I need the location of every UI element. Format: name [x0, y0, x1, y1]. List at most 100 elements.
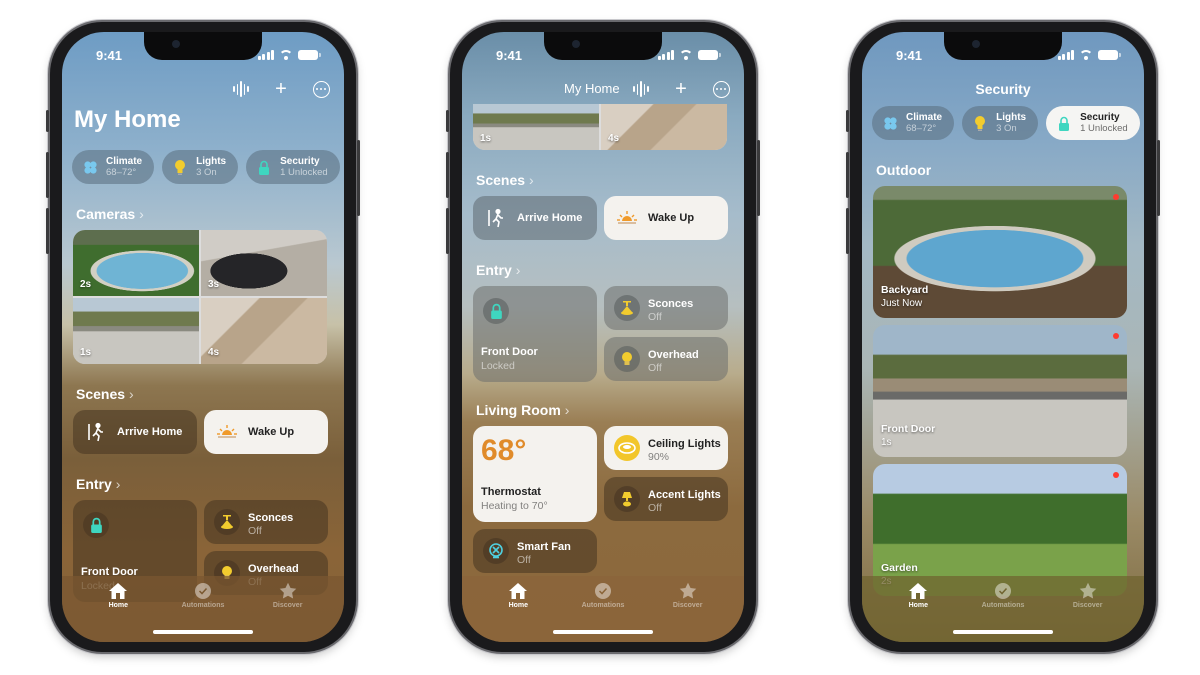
house-icon — [508, 580, 528, 600]
section-entry[interactable]: Entry › — [76, 476, 120, 492]
nav-title: My Home — [564, 81, 620, 96]
nav-bar: Security — [862, 74, 1144, 104]
tile-sconces[interactable]: Sconces Off — [604, 286, 728, 330]
chip-security[interactable]: Security 1 Unlocked — [246, 150, 340, 184]
nav-title: Security — [975, 81, 1031, 97]
ellipsis-circle-icon — [712, 80, 730, 98]
tile-ceiling-lights[interactable]: Ceiling Lights 90% — [604, 426, 728, 470]
clock-check-icon — [994, 580, 1012, 600]
plus-icon: + — [675, 78, 687, 100]
tab-home[interactable]: Home — [83, 580, 153, 642]
home-indicator[interactable] — [153, 630, 253, 634]
lightbulb-icon — [614, 346, 640, 372]
sconce-icon — [214, 509, 240, 535]
tab-discover[interactable]: Discover — [653, 580, 723, 642]
screen: 9:41 Security Climate 68–72° Lights 3 On S… — [862, 32, 1144, 642]
sunrise-icon — [214, 419, 240, 445]
camera-backyard[interactable]: Backyard Just Now — [873, 186, 1127, 318]
phone-home-scrolled: 9:41 My Home + 1s 4s Scenes › Arrive Home… — [446, 22, 760, 652]
lightbulb-icon — [972, 115, 988, 131]
status-time: 9:41 — [896, 48, 923, 63]
tile-front-door[interactable]: Front Door Locked — [473, 286, 597, 382]
tile-sconces[interactable]: Sconces Off — [204, 500, 328, 544]
tile-overhead[interactable]: Overhead Off — [604, 337, 728, 381]
screen: 9:41 + My Home Climate 68–72° Lights 3 On — [62, 32, 344, 642]
fan-icon — [882, 115, 898, 131]
intercom-button[interactable] — [230, 78, 252, 100]
camera-front-door[interactable]: Front Door 1s — [873, 325, 1127, 457]
section-cameras[interactable]: Cameras › — [76, 206, 144, 222]
waveform-icon — [233, 81, 249, 97]
star-icon — [279, 580, 297, 600]
add-button[interactable]: + — [670, 78, 692, 100]
chip-security[interactable]: Security 1 Unlocked — [1046, 106, 1140, 140]
lock-icon — [256, 159, 272, 175]
section-outdoor: Outdoor — [876, 162, 932, 178]
camera-tile[interactable]: 3s — [201, 230, 327, 296]
recording-indicator — [1113, 472, 1119, 478]
stage: 9:41 + My Home Climate 68–72° Lights 3 On — [0, 0, 1200, 675]
home-indicator[interactable] — [553, 630, 653, 634]
scene-arrive-home[interactable]: Arrive Home — [73, 410, 197, 454]
tab-home[interactable]: Home — [883, 580, 953, 642]
wifi-icon — [1079, 50, 1093, 60]
volume-up-button — [46, 152, 49, 198]
chevron-right-icon: › — [139, 206, 144, 222]
wifi-icon — [279, 50, 293, 60]
chip-climate[interactable]: Climate 68–72° — [872, 106, 955, 140]
status-time: 9:41 — [96, 48, 123, 63]
more-button[interactable] — [310, 78, 332, 100]
home-indicator[interactable] — [953, 630, 1053, 634]
section-living-room[interactable]: Living Room › — [476, 402, 569, 418]
person-walking-icon — [83, 419, 109, 445]
lightbulb-icon — [172, 159, 188, 175]
page-title: My Home — [74, 106, 181, 133]
tab-discover[interactable]: Discover — [1053, 580, 1123, 642]
section-entry[interactable]: Entry › — [476, 262, 520, 278]
add-button[interactable]: + — [270, 78, 292, 100]
chip-lights[interactable]: Lights 3 On — [962, 106, 1039, 140]
sunrise-icon — [614, 205, 640, 231]
tab-discover[interactable]: Discover — [253, 580, 323, 642]
camera-tile[interactable]: 4s — [201, 298, 327, 364]
mute-switch — [46, 110, 49, 132]
intercom-button[interactable] — [630, 78, 652, 100]
sconce-icon — [614, 295, 640, 321]
tile-smart-fan[interactable]: Smart Fan Off — [473, 529, 597, 573]
more-button[interactable] — [710, 78, 732, 100]
tab-home[interactable]: Home — [483, 580, 553, 642]
battery-icon — [1098, 50, 1121, 60]
scene-arrive-home[interactable]: Arrive Home — [473, 196, 597, 240]
chip-climate[interactable]: Climate 68–72° — [72, 150, 155, 184]
scene-wake-up[interactable]: Wake Up — [604, 196, 728, 240]
cameras-grid: 2s 3s 1s 4s — [73, 230, 327, 364]
scene-wake-up[interactable]: Wake Up — [204, 410, 328, 454]
camera-tile[interactable]: 1s — [73, 298, 199, 364]
chevron-right-icon: › — [564, 402, 570, 418]
section-scenes[interactable]: Scenes › — [76, 386, 134, 402]
notch — [144, 32, 262, 60]
battery-icon — [298, 50, 321, 60]
category-chips: Climate 68–72° Lights 3 On Security 1 Unloc… — [72, 150, 344, 184]
lock-icon — [1056, 115, 1072, 131]
chip-lights[interactable]: Lights 3 On — [162, 150, 239, 184]
fan-icon — [82, 159, 98, 175]
chevron-right-icon: › — [529, 172, 534, 188]
plus-icon: + — [275, 78, 287, 100]
star-icon — [1079, 580, 1097, 600]
volume-down-button — [46, 208, 49, 254]
category-chips: Climate 68–72° Lights 3 On Security 1 Unloc… — [872, 106, 1144, 140]
house-icon — [908, 580, 928, 600]
lock-icon — [483, 298, 509, 324]
recording-indicator — [1113, 333, 1119, 339]
tile-accent-lights[interactable]: Accent Lights Off — [604, 477, 728, 521]
side-button — [757, 140, 760, 216]
camera-tile[interactable]: 2s — [73, 230, 199, 296]
notch — [544, 32, 662, 60]
section-scenes[interactable]: Scenes › — [476, 172, 534, 188]
camera-tile[interactable]: 1s — [473, 104, 599, 150]
tile-thermostat[interactable]: 68° Thermostat Heating to 70° — [473, 426, 597, 522]
camera-tile[interactable]: 4s — [601, 104, 727, 150]
screen: 9:41 My Home + 1s 4s Scenes › Arrive Home… — [462, 32, 744, 642]
house-icon — [108, 580, 128, 600]
